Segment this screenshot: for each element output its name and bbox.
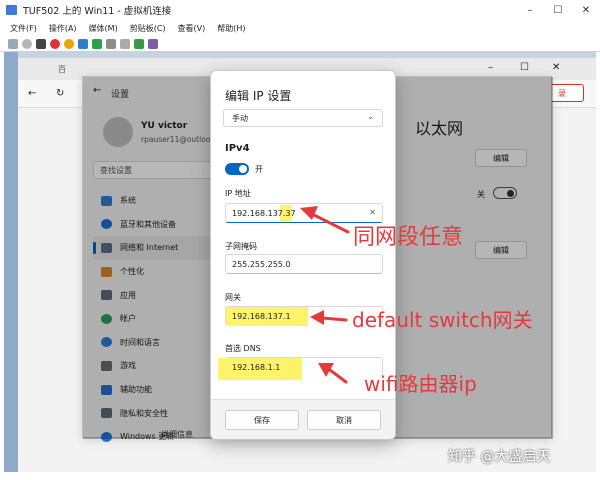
dns-annotation: wifi路由器ip	[364, 372, 477, 396]
gateway-annotation: default switch网关	[352, 308, 533, 332]
annotation-arrows	[300, 206, 350, 384]
ip-arrowhead	[300, 206, 318, 220]
gateway-arrowhead	[310, 310, 324, 325]
watermark: 知乎 @大盛启天	[448, 449, 551, 465]
ip-arrow	[310, 212, 350, 234]
ip-annotation: 同网段任意	[353, 225, 464, 250]
dns-arrow	[328, 368, 348, 384]
gateway-arrow	[320, 316, 348, 322]
